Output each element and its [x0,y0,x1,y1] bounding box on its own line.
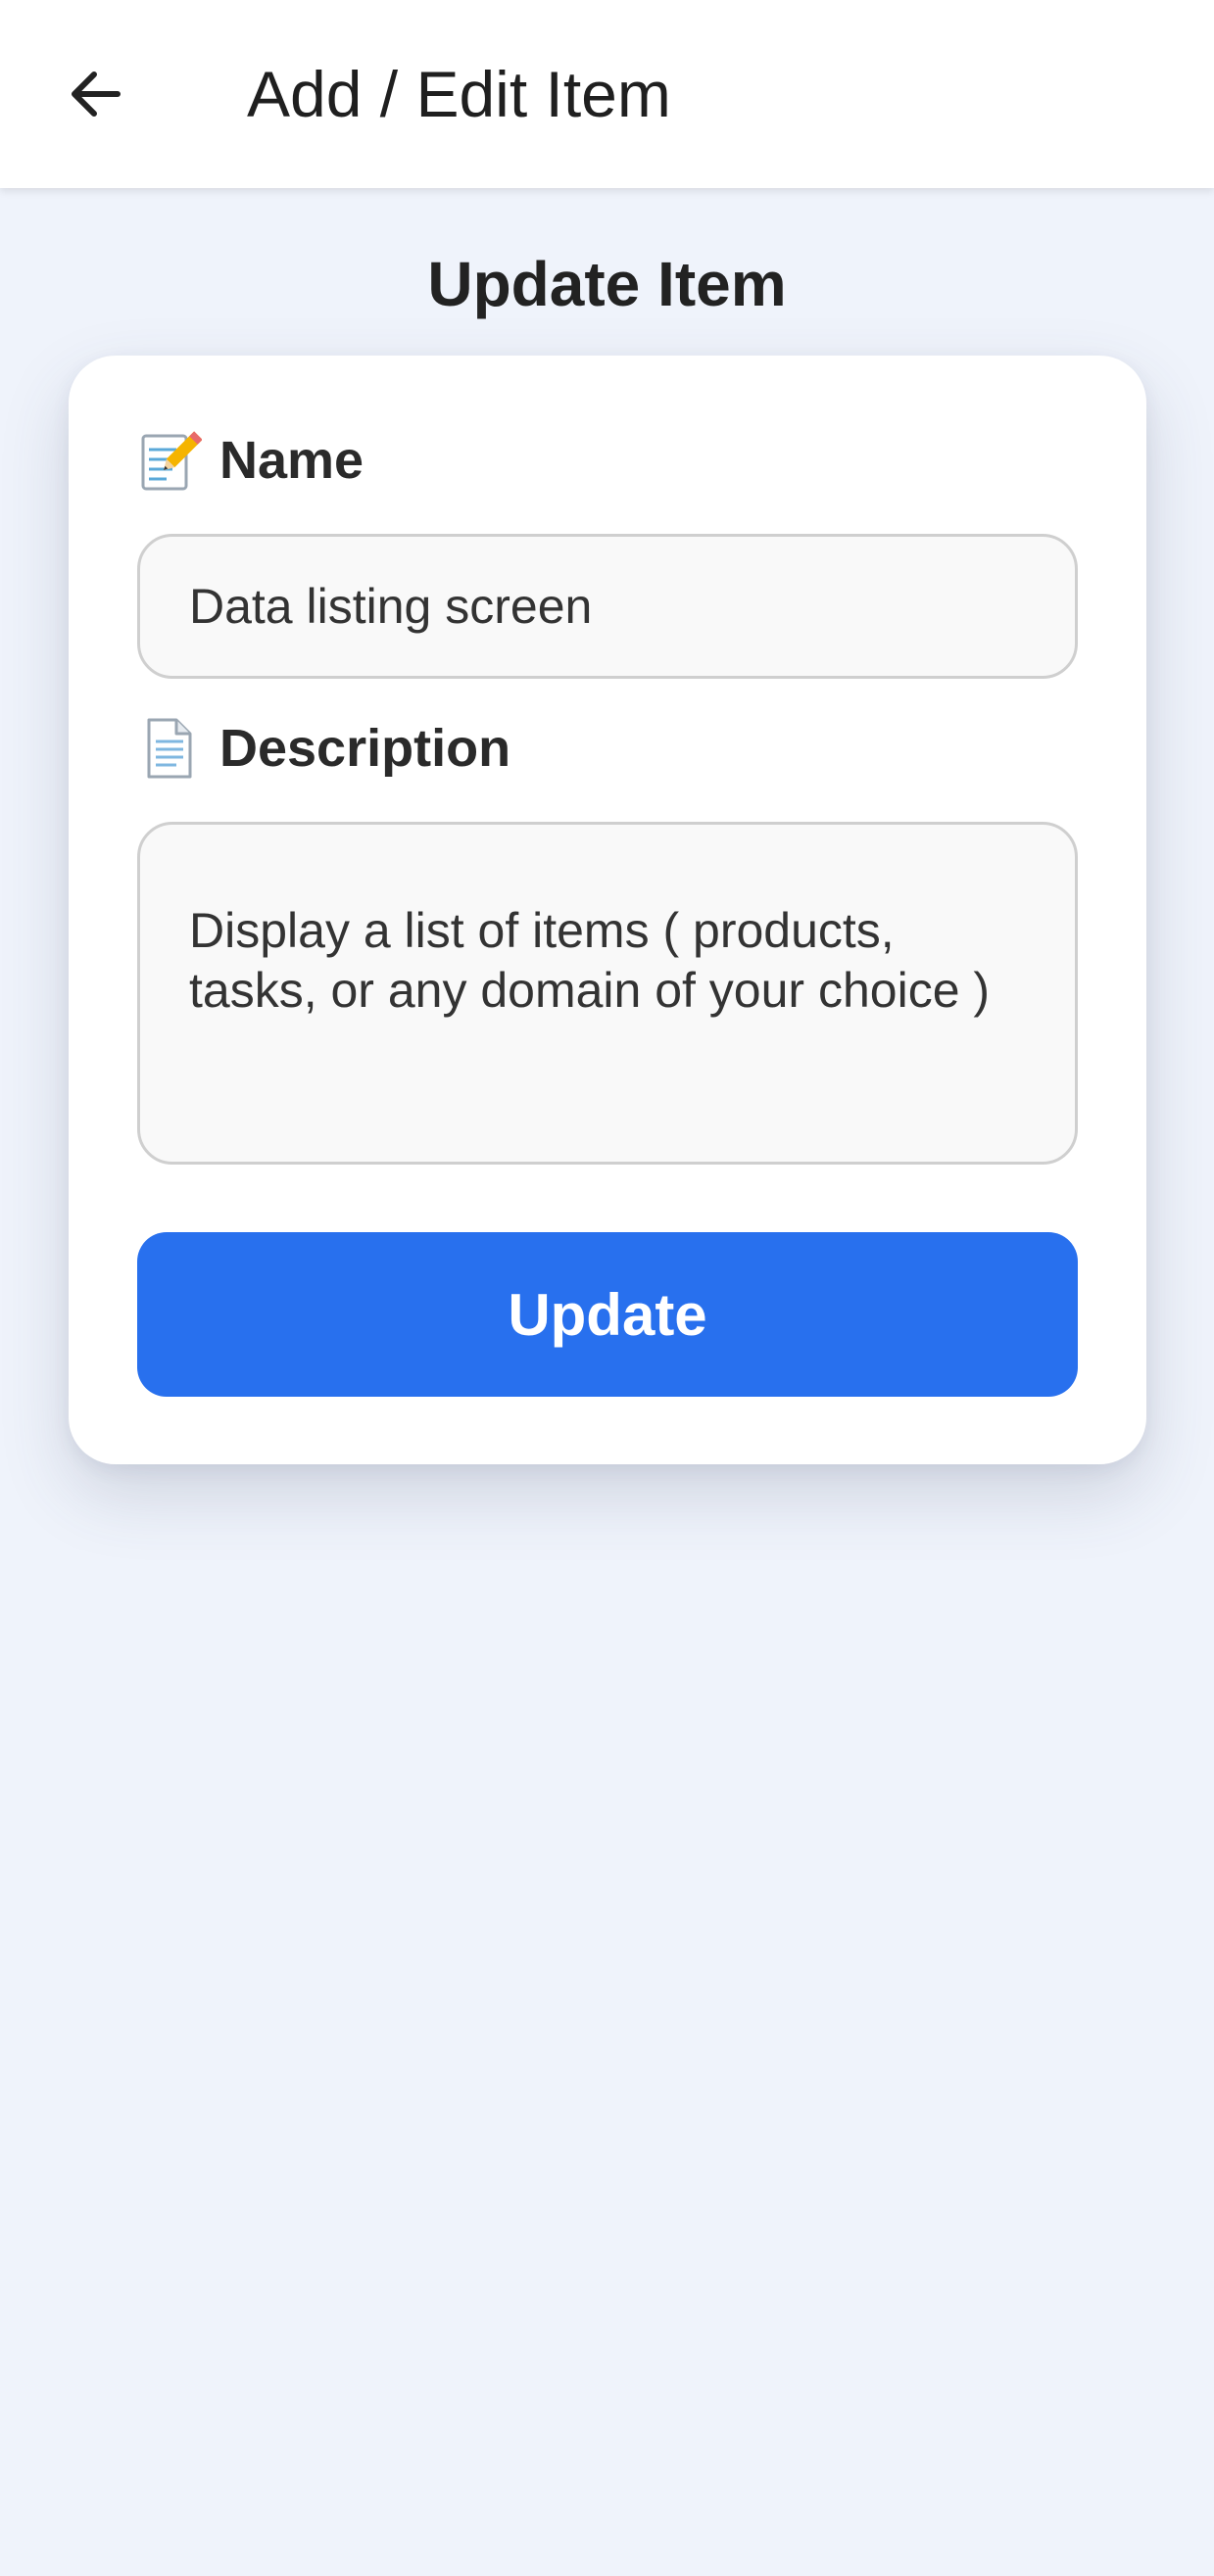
item-form-card: Name Description Display a list of items… [69,356,1146,1464]
memo-pencil-icon [137,428,202,493]
arrow-left-icon [72,72,121,117]
app-bar: Add / Edit Item [0,0,1214,188]
name-label-text: Name [219,431,364,490]
update-button[interactable]: Update [137,1232,1078,1397]
name-label: Name [137,426,364,495]
back-button[interactable] [47,45,145,143]
app-bar-title: Add / Edit Item [247,58,671,130]
name-input[interactable] [137,534,1078,679]
description-label: Description [137,714,510,783]
description-label-text: Description [219,719,511,778]
document-icon [137,716,202,781]
page-title: Update Item [427,249,787,319]
description-input[interactable]: Display a list of items ( products, task… [137,822,1078,1165]
